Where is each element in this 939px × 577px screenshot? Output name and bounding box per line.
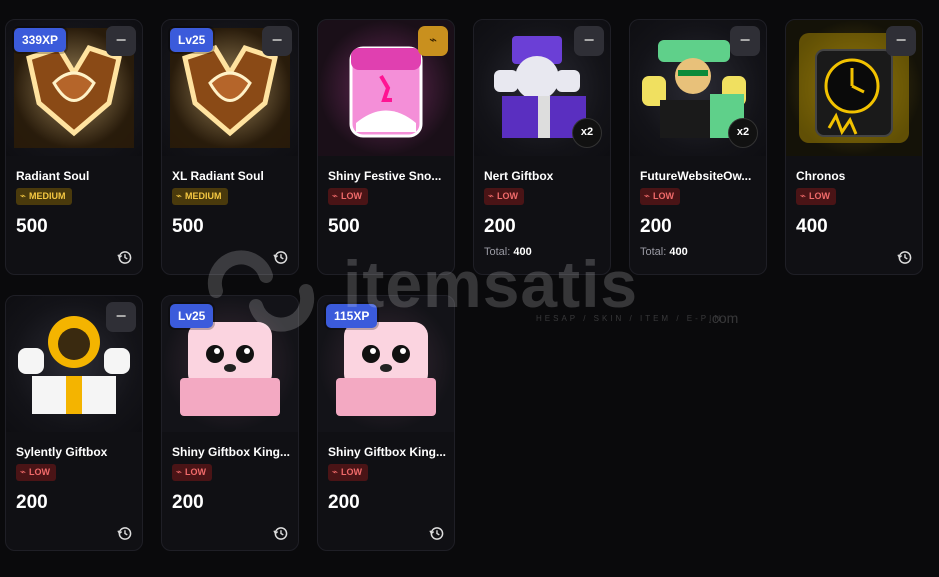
pulse-icon: ⌁ — [332, 191, 339, 202]
item-card-shiny-festive-snow[interactable]: ⌁ Shiny Festive Sno... ⌁ LOW 500 — [317, 19, 455, 275]
level-badge: Lv25 — [170, 304, 214, 328]
demand-badge: ⌁ LOW — [328, 188, 369, 205]
item-image: 339XP − — [6, 20, 142, 156]
item-image: − — [786, 20, 922, 156]
item-value: 400 — [796, 216, 828, 237]
watermark-subtitle: HESAP / SKIN / ITEM / E-PIN — [536, 314, 724, 323]
xp-badge: 115XP — [326, 304, 378, 328]
item-image: 115XP — [318, 296, 454, 432]
item-card-shiny-giftbox-king-2[interactable]: 115XP Shiny Giftbox King... ⌁ LOW 200 — [317, 295, 455, 551]
remove-button[interactable]: − — [886, 26, 916, 56]
item-name: Nert Giftbox — [484, 169, 554, 183]
remove-button[interactable]: − — [730, 26, 760, 56]
item-card-chronos[interactable]: − Chronos ⌁ LOW 400 — [785, 19, 923, 275]
item-name: Radiant Soul — [16, 169, 90, 183]
item-image: − x2 — [474, 20, 610, 156]
demand-badge: ⌁ MEDIUM — [16, 188, 72, 205]
item-name: Shiny Festive Sno... — [328, 169, 442, 183]
item-card-sylently-giftbox[interactable]: − Sylently Giftbox ⌁ LOW 200 — [5, 295, 143, 551]
history-icon[interactable] — [117, 250, 132, 265]
item-name: Sylently Giftbox — [16, 445, 108, 459]
demand-badge: ⌁ MEDIUM — [172, 188, 228, 205]
demand-badge: ⌁ LOW — [796, 188, 837, 205]
item-name: XL Radiant Soul — [172, 169, 264, 183]
item-image: ⌁ — [318, 20, 454, 156]
item-value: 200 — [640, 216, 672, 237]
level-badge: Lv25 — [170, 28, 214, 52]
item-value: 200 — [16, 492, 48, 513]
item-image: Lv25 — [162, 296, 298, 432]
item-value: 200 — [172, 492, 204, 513]
remove-button[interactable]: − — [262, 26, 292, 56]
pulse-icon: ⌁ — [176, 191, 183, 202]
quantity-badge: x2 — [728, 118, 758, 148]
demand-badge: ⌁ LOW — [16, 464, 57, 481]
item-name: Shiny Giftbox King... — [172, 445, 290, 459]
total-value: Total: 400 — [484, 246, 532, 258]
demand-badge: ⌁ LOW — [484, 188, 525, 205]
item-image: − — [6, 296, 142, 432]
history-icon[interactable] — [897, 250, 912, 265]
quantity-badge: x2 — [572, 118, 602, 148]
item-value: 500 — [328, 216, 360, 237]
pulse-icon: ⌁ — [20, 467, 27, 478]
item-value: 500 — [172, 216, 204, 237]
item-name: Shiny Giftbox King... — [328, 445, 446, 459]
remove-button[interactable]: − — [106, 302, 136, 332]
item-card-futurewebsiteowner[interactable]: − x2 FutureWebsiteOw... ⌁ LOW 200 Total: … — [629, 19, 767, 275]
item-name: Chronos — [796, 169, 846, 183]
item-value: 200 — [484, 216, 516, 237]
remove-button[interactable]: − — [574, 26, 604, 56]
total-value: Total: 400 — [640, 246, 688, 258]
item-image: Lv25 − — [162, 20, 298, 156]
item-name: FutureWebsiteOw... — [640, 169, 752, 183]
pulse-icon: ⌁ — [488, 191, 495, 202]
item-card-shiny-giftbox-king-1[interactable]: Lv25 Shiny Giftbox King... ⌁ LOW 200 — [161, 295, 299, 551]
pulse-button[interactable]: ⌁ — [418, 26, 448, 56]
history-icon[interactable] — [429, 526, 444, 541]
demand-badge: ⌁ LOW — [640, 188, 681, 205]
item-value: 200 — [328, 492, 360, 513]
item-card-radiant-soul[interactable]: 339XP − Radiant Soul ⌁ MEDIUM 500 — [5, 19, 143, 275]
remove-button[interactable]: − — [106, 26, 136, 56]
item-value: 500 — [16, 216, 48, 237]
pulse-icon: ⌁ — [176, 467, 183, 478]
item-card-nert-giftbox[interactable]: − x2 Nert Giftbox ⌁ LOW 200 Total: 400 — [473, 19, 611, 275]
item-image: − x2 — [630, 20, 766, 156]
demand-badge: ⌁ LOW — [172, 464, 213, 481]
pulse-icon: ⌁ — [644, 191, 651, 202]
pulse-icon: ⌁ — [20, 191, 27, 202]
history-icon[interactable] — [117, 526, 132, 541]
xp-badge: 339XP — [14, 28, 67, 52]
watermark-domain: .com — [708, 310, 739, 326]
pulse-icon: ⌁ — [332, 467, 339, 478]
pulse-icon: ⌁ — [800, 191, 807, 202]
item-card-xl-radiant-soul[interactable]: Lv25 − XL Radiant Soul ⌁ MEDIUM 500 — [161, 19, 299, 275]
history-icon[interactable] — [273, 526, 288, 541]
history-icon[interactable] — [273, 250, 288, 265]
demand-badge: ⌁ LOW — [328, 464, 369, 481]
